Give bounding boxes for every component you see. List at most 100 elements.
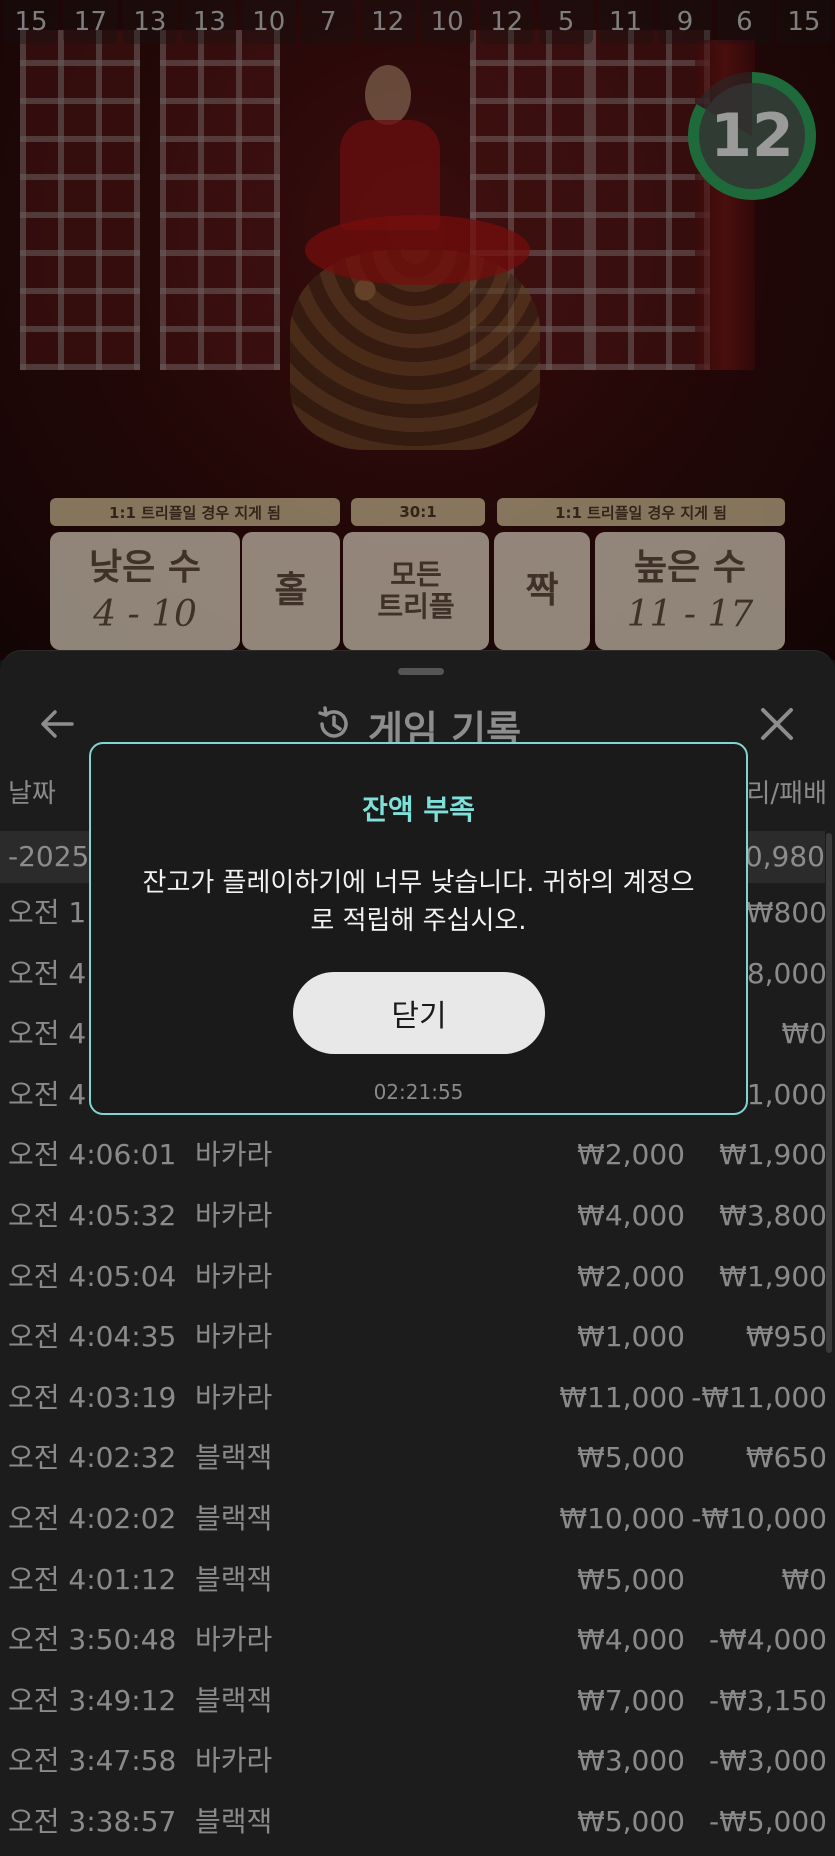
bet-spot-even[interactable]: 짝 xyxy=(494,532,590,650)
row-game: 바카라 xyxy=(195,1744,273,1778)
history-number: 13 xyxy=(122,0,177,44)
row-bet: ₩4,000 xyxy=(577,1623,685,1657)
row-time: 오전 4:06:01 xyxy=(8,1138,177,1172)
row-game: 블랙잭 xyxy=(195,1501,273,1535)
insufficient-balance-dialog: 잔액 부족 잔고가 플레이하기에 너무 낮습니다. 귀하의 계정으로 적립해 주… xyxy=(89,742,748,1115)
history-number: 10 xyxy=(420,0,475,44)
dialog-timestamp: 02:21:55 xyxy=(373,1080,464,1104)
history-number: 6 xyxy=(717,0,772,44)
row-bet: ₩1,000 xyxy=(577,1320,685,1354)
row-result: -₩3,000 xyxy=(709,1744,827,1778)
row-bet: ₩2,000 xyxy=(577,1259,685,1293)
row-result: -₩3,150 xyxy=(709,1683,827,1717)
table-row[interactable]: 오전 4:05:04 바카라 ₩2,000 ₩1,900 xyxy=(0,1247,835,1308)
row-bet: ₩5,000 xyxy=(577,1562,685,1596)
row-game: 블랙잭 xyxy=(195,1804,273,1838)
row-result: ₩0 xyxy=(781,1017,828,1051)
row-result: ₩650 xyxy=(745,1441,827,1475)
table-row[interactable]: 오전 3:38:57 블랙잭 ₩5,000 -₩5,000 xyxy=(0,1792,835,1853)
row-time: 오전 3:38:57 xyxy=(8,1804,177,1838)
table-row[interactable]: 오전 4:05:32 바카라 ₩4,000 ₩3,800 xyxy=(0,1186,835,1247)
row-time: 오전 4:02:02 xyxy=(8,1501,177,1535)
bet-spot-odd[interactable]: 홀 xyxy=(242,532,340,650)
close-button[interactable] xyxy=(754,703,800,749)
row-result: -₩4,000 xyxy=(709,1623,827,1657)
row-game: 바카라 xyxy=(195,1198,273,1232)
table-row[interactable]: 오전 4:01:12 블랙잭 ₩5,000 ₩0 xyxy=(0,1550,835,1611)
bet-spot-any-triple[interactable]: 모든 트리플 xyxy=(343,532,489,650)
table-row[interactable]: 오전 4:04:35 바카라 ₩1,000 ₩950 xyxy=(0,1307,835,1368)
history-number: 15 xyxy=(4,0,58,44)
row-game: 바카라 xyxy=(195,1138,273,1172)
dialog-title: 잔액 부족 xyxy=(362,793,475,826)
row-result: ₩1,900 xyxy=(719,1259,827,1293)
row-bet: ₩10,000 xyxy=(559,1501,685,1535)
history-number: 5 xyxy=(539,0,594,44)
row-time: 오전 3:49:12 xyxy=(8,1683,177,1717)
table-row[interactable]: 오전 4:02:02 블랙잭 ₩10,000 -₩10,000 xyxy=(0,1489,835,1550)
row-time: 오전 4:02:32 xyxy=(8,1441,177,1475)
row-time: 오전 4:04:35 xyxy=(8,1320,177,1354)
row-time: 오전 3:47:58 xyxy=(8,1744,177,1778)
table-row[interactable]: 오전 4:06:01 바카라 ₩2,000 ₩1,900 xyxy=(0,1125,835,1186)
payout-label-low: 1:1 트리플일 경우 지게 됨 xyxy=(50,498,340,526)
history-number: 11 xyxy=(598,0,653,44)
row-game: 블랙잭 xyxy=(195,1562,273,1596)
bet-spot-high[interactable]: 높은 수 11 - 17 xyxy=(595,532,785,650)
table-row[interactable]: 오전 3:50:48 바카라 ₩4,000 -₩4,000 xyxy=(0,1610,835,1671)
table-row[interactable]: 오전 3:49:12 블랙잭 ₩7,000 -₩3,150 xyxy=(0,1671,835,1732)
row-result: ₩1,900 xyxy=(719,1138,827,1172)
row-game: 블랙잭 xyxy=(195,1683,273,1717)
row-result: ₩950 xyxy=(745,1320,827,1354)
drag-handle[interactable] xyxy=(398,668,444,675)
row-game: 바카라 xyxy=(195,1623,273,1657)
row-time: 오전 4:05:32 xyxy=(8,1198,177,1232)
row-result: -₩11,000 xyxy=(691,1380,827,1414)
dialog-message: 잔고가 플레이하기에 너무 낮습니다. 귀하의 계정으로 적립해 주십시오. xyxy=(142,868,695,936)
row-bet: ₩5,000 xyxy=(577,1441,685,1475)
col-date: 날짜 xyxy=(8,779,56,809)
payout-label-high: 1:1 트리플일 경우 지게 됨 xyxy=(497,498,785,526)
row-bet: ₩3,000 xyxy=(577,1744,685,1778)
row-result: -₩5,000 xyxy=(709,1804,827,1838)
countdown-timer: 12 xyxy=(688,72,816,200)
history-number: 12 xyxy=(360,0,415,44)
history-number: 12 xyxy=(479,0,534,44)
scrollbar[interactable] xyxy=(826,833,832,1353)
row-time: 오전 3:50:48 xyxy=(8,1623,177,1657)
row-game: 바카라 xyxy=(195,1380,273,1414)
history-number: 15 xyxy=(776,0,831,44)
row-result: ₩0 xyxy=(781,1562,828,1596)
row-game: 바카라 xyxy=(195,1320,273,1354)
arrow-left-icon xyxy=(38,705,76,747)
row-result: ₩3,800 xyxy=(719,1198,827,1232)
table-row[interactable]: 오전 4:02:32 블랙잭 ₩5,000 ₩650 xyxy=(0,1428,835,1489)
history-number: 9 xyxy=(657,0,712,44)
result-history-strip: 15 17 13 13 10 7 12 10 12 5 11 9 6 15 xyxy=(0,0,835,44)
bet-spot-low[interactable]: 낮은 수 4 - 10 xyxy=(50,532,240,650)
table-row[interactable]: 오전 4:03:19 바카라 ₩11,000 -₩11,000 xyxy=(0,1368,835,1429)
history-number: 10 xyxy=(241,0,296,44)
countdown-value: 12 xyxy=(699,83,805,189)
close-icon xyxy=(759,706,795,746)
summary-result: 0,980 xyxy=(744,840,825,873)
row-time: 오전 4:05:04 xyxy=(8,1259,177,1293)
history-number: 7 xyxy=(301,0,356,44)
row-result: -₩10,000 xyxy=(691,1501,827,1535)
bet-spots: 낮은 수 4 - 10 홀 모든 트리플 짝 높은 수 11 - 17 xyxy=(0,532,835,650)
row-time: 오전 4:03:19 xyxy=(8,1380,177,1414)
row-game: 블랙잭 xyxy=(195,1441,273,1475)
bet-payout-headers: 1:1 트리플일 경우 지게 됨 30:1 1:1 트리플일 경우 지게 됨 xyxy=(0,498,835,528)
row-bet: ₩11,000 xyxy=(559,1380,685,1414)
row-time: 오전 4:01:12 xyxy=(8,1562,177,1596)
back-button[interactable] xyxy=(34,703,80,749)
close-dialog-button[interactable]: 닫기 xyxy=(293,972,545,1054)
row-bet: ₩2,000 xyxy=(577,1138,685,1172)
row-result: ₩800 xyxy=(745,896,827,929)
row-bet: ₩4,000 xyxy=(577,1198,685,1232)
history-number: 17 xyxy=(63,0,118,44)
table-row[interactable]: 오전 3:47:58 바카라 ₩3,000 -₩3,000 xyxy=(0,1731,835,1792)
history-number: 13 xyxy=(182,0,237,44)
row-game: 바카라 xyxy=(195,1259,273,1293)
row-bet: ₩5,000 xyxy=(577,1804,685,1838)
